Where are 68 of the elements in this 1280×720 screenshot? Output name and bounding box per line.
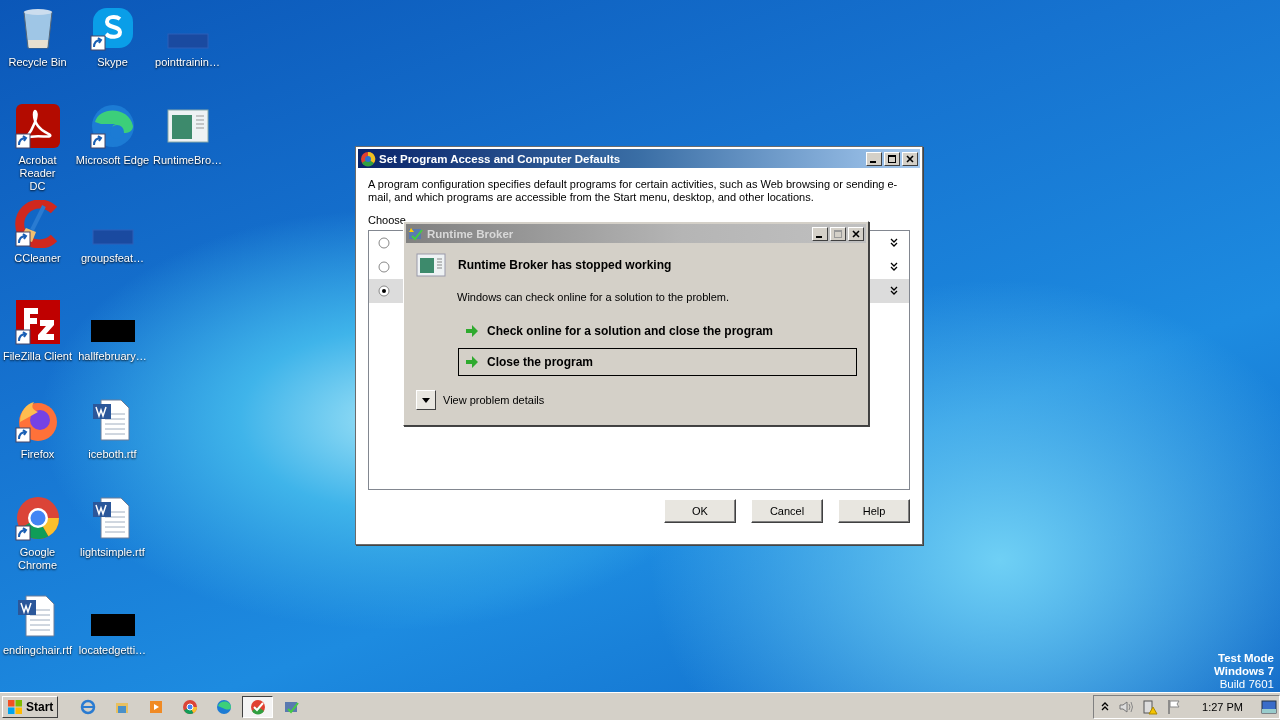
close-icon xyxy=(851,228,861,239)
icon-label: Microsoft Edge xyxy=(75,154,150,167)
chrome-icon xyxy=(181,698,198,715)
icon-label: hallfebruary… xyxy=(77,350,148,363)
clock[interactable]: 1:27 PM xyxy=(1202,700,1243,713)
expand-icon[interactable] xyxy=(889,286,899,296)
windows-logo-icon xyxy=(7,698,23,715)
close-button[interactable] xyxy=(902,151,918,166)
maximize-button[interactable] xyxy=(884,151,900,166)
icon-label: Recycle Bin xyxy=(7,56,68,69)
icon-label: lightsimple.rtf xyxy=(79,546,146,559)
minimize-button[interactable] xyxy=(866,151,882,166)
details-toggle-button[interactable] xyxy=(416,390,436,410)
arrow-icon xyxy=(465,355,479,369)
window-title: Set Program Access and Computer Defaults xyxy=(379,152,622,165)
speaker-icon[interactable] xyxy=(1118,698,1135,715)
details-label[interactable]: View problem details xyxy=(443,394,545,406)
caret-icon xyxy=(421,395,431,405)
icon-label: groupsfeat… xyxy=(80,252,145,265)
icon-label: endingchair.rtf xyxy=(1,644,74,657)
taskbar-button[interactable] xyxy=(242,695,274,718)
arrow-icon xyxy=(465,324,479,338)
icon-label: Acrobat Reader DC xyxy=(17,154,58,193)
media-player-icon xyxy=(147,698,164,715)
choose-label: Choose xyxy=(368,214,407,227)
icon-label: iceboth.rtf xyxy=(87,448,138,461)
os-watermark-text: Windows 7 xyxy=(1214,665,1274,678)
close-icon xyxy=(905,153,915,164)
icon-label: RuntimeBro… xyxy=(151,154,224,167)
dialog-button[interactable]: OK xyxy=(664,499,736,523)
icon-label: FileZilla Client xyxy=(1,350,74,363)
command-link[interactable]: Check online for a solution and close the program xyxy=(458,317,857,345)
minimize-icon xyxy=(870,160,876,163)
minimize-icon xyxy=(816,235,822,238)
window-icon xyxy=(416,253,446,277)
edge-icon xyxy=(215,698,232,715)
acrobat-icon[interactable] xyxy=(13,102,62,150)
show-desktop-icon[interactable] xyxy=(1261,699,1277,714)
error-message: Windows can check online for a solution to the problem. xyxy=(457,291,731,303)
command-link[interactable]: Close the program xyxy=(458,348,857,376)
error-heading: Runtime Broker has stopped working xyxy=(458,258,672,272)
os-watermark-text: Test Mode xyxy=(1218,652,1274,665)
maximize-icon xyxy=(833,228,843,239)
dialog-title: Runtime Broker xyxy=(427,227,515,240)
radio-button[interactable] xyxy=(378,237,390,249)
filezilla-icon[interactable] xyxy=(13,298,62,346)
icon-label: pointtrainin… xyxy=(154,56,221,69)
radio-button[interactable] xyxy=(378,285,390,297)
defaults-icon xyxy=(249,698,266,715)
edge-icon[interactable] xyxy=(88,102,137,150)
dialog-button[interactable]: Help xyxy=(838,499,910,523)
ie-icon xyxy=(79,698,96,715)
icon-label: Google Chrome xyxy=(16,546,59,572)
expand-icon[interactable] xyxy=(889,238,899,248)
chrome-icon[interactable] xyxy=(13,494,62,542)
start-button[interactable]: Start xyxy=(2,695,59,718)
expand-icon[interactable] xyxy=(889,262,899,272)
description-text: A program configuration specifies default programs for certain activities, such as Web browsing or sending e-mail, and which programs are accessible from the Start menu, desktop, and other locations. xyxy=(368,178,899,204)
radio-button[interactable] xyxy=(378,261,390,273)
app-icon xyxy=(360,150,376,167)
flag-icon[interactable] xyxy=(1166,698,1183,715)
os-watermark-text: Build 7601 xyxy=(1219,678,1274,691)
maximize-icon xyxy=(887,153,897,164)
icon-label: locatedgetti… xyxy=(77,644,148,657)
icon-label: CCleaner xyxy=(13,252,62,265)
dialog-button[interactable]: Cancel xyxy=(751,499,823,523)
icon-label: Skype xyxy=(96,56,129,69)
icon-label: Firefox xyxy=(19,448,56,461)
